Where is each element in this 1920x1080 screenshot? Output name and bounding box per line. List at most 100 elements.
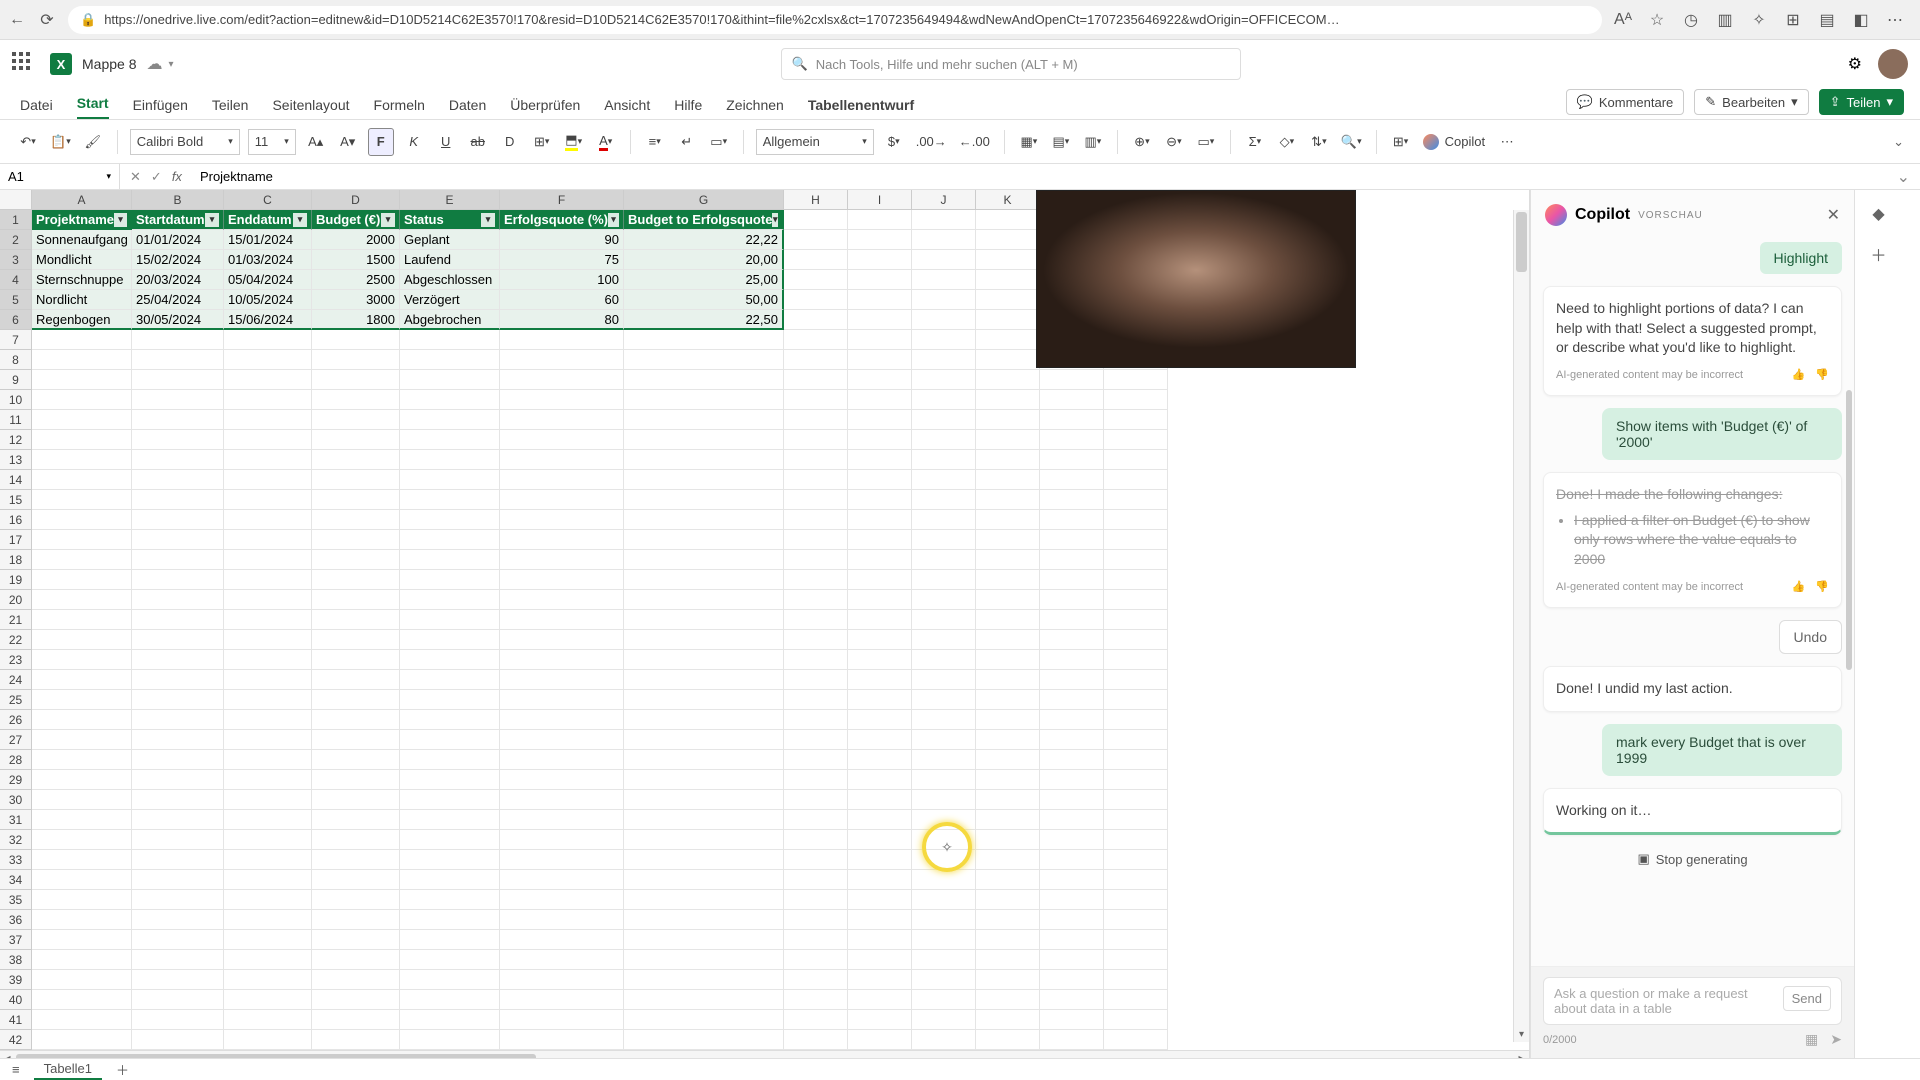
- cell[interactable]: [132, 670, 224, 690]
- table-cell[interactable]: 22,22: [624, 230, 784, 250]
- cell[interactable]: [132, 590, 224, 610]
- cell[interactable]: [224, 910, 312, 930]
- table-header-cell[interactable]: Enddatum▾: [224, 210, 312, 230]
- cell[interactable]: [848, 350, 912, 370]
- tab-ueberpruefen[interactable]: Überprüfen: [510, 97, 580, 119]
- row-header[interactable]: 24: [0, 670, 32, 690]
- cell[interactable]: [400, 1030, 500, 1050]
- table-cell[interactable]: Nordlicht: [32, 290, 132, 310]
- cell[interactable]: [784, 850, 848, 870]
- cell[interactable]: [848, 250, 912, 270]
- cell[interactable]: [1040, 550, 1104, 570]
- rail-ideas-icon[interactable]: ◆: [1872, 204, 1884, 224]
- cell[interactable]: [912, 510, 976, 530]
- double-underline-button[interactable]: D: [498, 128, 522, 156]
- cell[interactable]: [312, 1030, 400, 1050]
- cell[interactable]: [1104, 590, 1168, 610]
- cell[interactable]: [848, 710, 912, 730]
- cell[interactable]: [1104, 510, 1168, 530]
- cell[interactable]: [500, 650, 624, 670]
- cell[interactable]: [132, 850, 224, 870]
- cell[interactable]: [500, 530, 624, 550]
- insert-cells-button[interactable]: ⊕▾: [1130, 128, 1154, 156]
- cell[interactable]: [976, 430, 1040, 450]
- cell[interactable]: [848, 570, 912, 590]
- cell[interactable]: [848, 930, 912, 950]
- column-header[interactable]: D: [312, 190, 400, 210]
- cell[interactable]: [132, 890, 224, 910]
- cell[interactable]: [312, 690, 400, 710]
- cell[interactable]: [624, 370, 784, 390]
- cell[interactable]: [132, 490, 224, 510]
- cell[interactable]: [312, 970, 400, 990]
- cell[interactable]: [848, 950, 912, 970]
- cell[interactable]: [224, 750, 312, 770]
- table-cell[interactable]: 25/04/2024: [132, 290, 224, 310]
- cell[interactable]: [32, 630, 132, 650]
- format-table-button[interactable]: ▤▾: [1049, 128, 1073, 156]
- filter-dropdown-icon[interactable]: ▾: [381, 213, 395, 227]
- cell[interactable]: [312, 650, 400, 670]
- cell[interactable]: [624, 630, 784, 650]
- grow-font-button[interactable]: A▴: [304, 128, 328, 156]
- cell[interactable]: [1104, 850, 1168, 870]
- tab-tabellenentwurf[interactable]: Tabellenentwurf: [808, 97, 914, 119]
- cell[interactable]: [312, 810, 400, 830]
- cell[interactable]: [312, 470, 400, 490]
- cell[interactable]: [132, 990, 224, 1010]
- fx-icon[interactable]: fx: [172, 169, 182, 184]
- cell[interactable]: [784, 690, 848, 710]
- font-size-select[interactable]: 11▾: [248, 129, 296, 155]
- cell[interactable]: [1104, 830, 1168, 850]
- column-header[interactable]: B: [132, 190, 224, 210]
- cell[interactable]: [312, 770, 400, 790]
- cell[interactable]: [624, 870, 784, 890]
- cell[interactable]: [32, 350, 132, 370]
- editing-mode-button[interactable]: ✎Bearbeiten▾: [1694, 89, 1808, 115]
- cell[interactable]: [1040, 430, 1104, 450]
- cell[interactable]: [312, 450, 400, 470]
- cell[interactable]: [624, 690, 784, 710]
- cell[interactable]: [500, 410, 624, 430]
- cell[interactable]: [1104, 950, 1168, 970]
- cell[interactable]: [784, 590, 848, 610]
- row-header[interactable]: 29: [0, 770, 32, 790]
- number-format-select[interactable]: Allgemein▾: [756, 129, 874, 155]
- cell[interactable]: [912, 330, 976, 350]
- table-cell[interactable]: 50,00: [624, 290, 784, 310]
- row-header[interactable]: 40: [0, 990, 32, 1010]
- cell[interactable]: [500, 990, 624, 1010]
- copilot-scrollbar[interactable]: [1846, 390, 1852, 670]
- column-header[interactable]: F: [500, 190, 624, 210]
- row-header[interactable]: 12: [0, 430, 32, 450]
- cell[interactable]: [1104, 810, 1168, 830]
- cell[interactable]: [1104, 550, 1168, 570]
- cell[interactable]: [1040, 470, 1104, 490]
- cell[interactable]: [976, 270, 1040, 290]
- rail-add-icon[interactable]: ＋: [1870, 242, 1886, 266]
- cell[interactable]: [784, 910, 848, 930]
- select-all-corner[interactable]: [0, 190, 32, 210]
- cell[interactable]: [976, 510, 1040, 530]
- cell[interactable]: [132, 710, 224, 730]
- cell[interactable]: [976, 470, 1040, 490]
- cell[interactable]: [32, 1030, 132, 1050]
- cell[interactable]: [500, 470, 624, 490]
- cell[interactable]: [32, 1010, 132, 1030]
- cell[interactable]: [500, 670, 624, 690]
- add-sheet-button[interactable]: ＋: [116, 1060, 129, 1079]
- cell[interactable]: [976, 390, 1040, 410]
- cell[interactable]: [224, 650, 312, 670]
- cell[interactable]: [1104, 870, 1168, 890]
- cell[interactable]: [976, 930, 1040, 950]
- search-box[interactable]: 🔍 Nach Tools, Hilfe und mehr suchen (ALT…: [781, 48, 1241, 80]
- row-header[interactable]: 6: [0, 310, 32, 330]
- table-header-cell[interactable]: Startdatum▾: [132, 210, 224, 230]
- cell[interactable]: [312, 990, 400, 1010]
- cell[interactable]: [784, 290, 848, 310]
- cell[interactable]: [224, 470, 312, 490]
- cell[interactable]: [400, 390, 500, 410]
- cell[interactable]: [976, 790, 1040, 810]
- cell[interactable]: [224, 690, 312, 710]
- cell[interactable]: [1104, 910, 1168, 930]
